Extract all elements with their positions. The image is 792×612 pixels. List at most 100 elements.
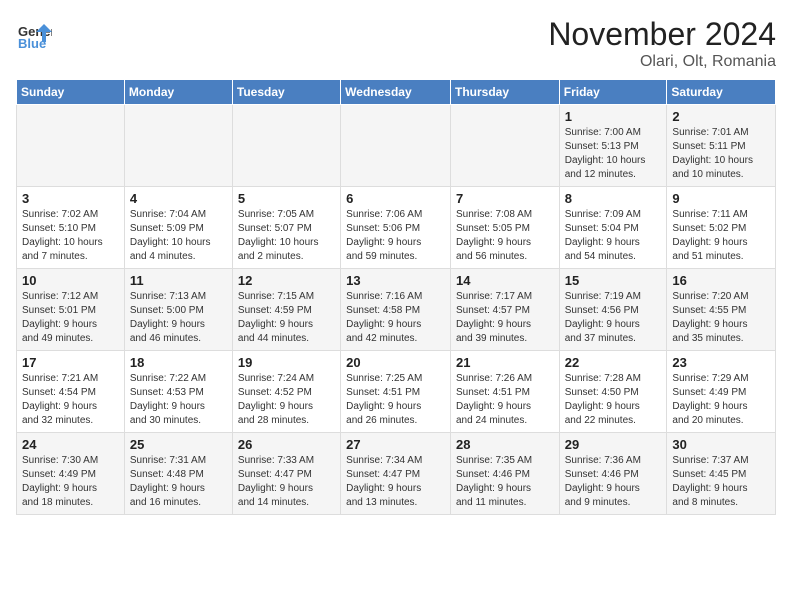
calendar-cell — [124, 105, 232, 187]
day-info: Sunrise: 7:09 AM Sunset: 5:04 PM Dayligh… — [565, 208, 662, 264]
day-number: 23 — [672, 355, 770, 370]
day-number: 4 — [130, 191, 227, 206]
weekday-header-row: SundayMondayTuesdayWednesdayThursdayFrid… — [17, 80, 776, 105]
calendar-cell: 23 Sunrise: 7:29 AM Sunset: 4:49 PM Dayli… — [667, 351, 776, 433]
calendar-cell: 22 Sunrise: 7:28 AM Sunset: 4:50 PM Dayli… — [559, 351, 667, 433]
calendar-cell: 15Sunrise: 7:19 AM Sunset: 4:56 PM Dayli… — [559, 269, 667, 351]
calendar-cell: 28 Sunrise: 7:35 AM Sunset: 4:46 PM Dayli… — [450, 433, 559, 515]
day-number: 21 — [456, 355, 554, 370]
day-number: 18 — [130, 355, 227, 370]
weekday-header: Thursday — [450, 80, 559, 105]
calendar-cell: 14Sunrise: 7:17 AM Sunset: 4:57 PM Dayli… — [450, 269, 559, 351]
calendar-cell: 7 Sunrise: 7:08 AM Sunset: 5:05 PM Daylig… — [450, 187, 559, 269]
day-info: Sunrise: 7:17 AM Sunset: 4:57 PM Dayligh… — [456, 290, 554, 346]
location: Olari, Olt, Romania — [548, 53, 776, 71]
calendar-cell: 12 Sunrise: 7:15 AM Sunset: 4:59 PM Dayli… — [232, 269, 340, 351]
day-number: 27 — [346, 437, 445, 452]
day-number: 19 — [238, 355, 335, 370]
weekday-header: Saturday — [667, 80, 776, 105]
day-info: Sunrise: 7:16 AM Sunset: 4:58 PM Dayligh… — [346, 290, 445, 346]
day-info: Sunrise: 7:06 AM Sunset: 5:06 PM Dayligh… — [346, 208, 445, 264]
day-number: 2 — [672, 109, 770, 124]
calendar-cell — [341, 105, 451, 187]
calendar-week-row: 10 Sunrise: 7:12 AM Sunset: 5:01 PM Dayli… — [17, 269, 776, 351]
day-number: 10 — [22, 273, 119, 288]
day-info: Sunrise: 7:19 AM Sunset: 4:56 PM Dayligh… — [565, 290, 662, 346]
weekday-header: Monday — [124, 80, 232, 105]
day-info: Sunrise: 7:20 AM Sunset: 4:55 PM Dayligh… — [672, 290, 770, 346]
calendar-cell: 30Sunrise: 7:37 AM Sunset: 4:45 PM Dayli… — [667, 433, 776, 515]
day-number: 26 — [238, 437, 335, 452]
svg-text:Blue: Blue — [18, 36, 46, 51]
calendar-cell: 11 Sunrise: 7:13 AM Sunset: 5:00 PM Dayli… — [124, 269, 232, 351]
calendar-cell: 1 Sunrise: 7:00 AM Sunset: 5:13 PM Daylig… — [559, 105, 667, 187]
title-block: November 2024 Olari, Olt, Romania — [548, 16, 776, 71]
day-info: Sunrise: 7:21 AM Sunset: 4:54 PM Dayligh… — [22, 372, 119, 428]
weekday-header: Friday — [559, 80, 667, 105]
calendar-cell — [17, 105, 125, 187]
calendar-cell — [450, 105, 559, 187]
day-info: Sunrise: 7:36 AM Sunset: 4:46 PM Dayligh… — [565, 454, 662, 510]
day-info: Sunrise: 7:12 AM Sunset: 5:01 PM Dayligh… — [22, 290, 119, 346]
day-info: Sunrise: 7:33 AM Sunset: 4:47 PM Dayligh… — [238, 454, 335, 510]
day-info: Sunrise: 7:01 AM Sunset: 5:11 PM Dayligh… — [672, 126, 770, 182]
calendar-week-row: 1 Sunrise: 7:00 AM Sunset: 5:13 PM Daylig… — [17, 105, 776, 187]
day-number: 28 — [456, 437, 554, 452]
calendar-cell: 24 Sunrise: 7:30 AM Sunset: 4:49 PM Dayli… — [17, 433, 125, 515]
day-info: Sunrise: 7:15 AM Sunset: 4:59 PM Dayligh… — [238, 290, 335, 346]
calendar-cell: 10 Sunrise: 7:12 AM Sunset: 5:01 PM Dayli… — [17, 269, 125, 351]
calendar-week-row: 17Sunrise: 7:21 AM Sunset: 4:54 PM Dayli… — [17, 351, 776, 433]
month-title: November 2024 — [548, 16, 776, 53]
page-header: General Blue November 2024 Olari, Olt, R… — [16, 16, 776, 71]
day-info: Sunrise: 7:02 AM Sunset: 5:10 PM Dayligh… — [22, 208, 119, 264]
day-number: 6 — [346, 191, 445, 206]
calendar-cell: 13 Sunrise: 7:16 AM Sunset: 4:58 PM Dayli… — [341, 269, 451, 351]
calendar-cell: 17Sunrise: 7:21 AM Sunset: 4:54 PM Dayli… — [17, 351, 125, 433]
calendar-cell: 25Sunrise: 7:31 AM Sunset: 4:48 PM Dayli… — [124, 433, 232, 515]
calendar-table: SundayMondayTuesdayWednesdayThursdayFrid… — [16, 79, 776, 515]
day-number: 16 — [672, 273, 770, 288]
day-number: 13 — [346, 273, 445, 288]
day-info: Sunrise: 7:08 AM Sunset: 5:05 PM Dayligh… — [456, 208, 554, 264]
day-number: 24 — [22, 437, 119, 452]
day-info: Sunrise: 7:04 AM Sunset: 5:09 PM Dayligh… — [130, 208, 227, 264]
day-number: 12 — [238, 273, 335, 288]
calendar-cell — [232, 105, 340, 187]
day-info: Sunrise: 7:35 AM Sunset: 4:46 PM Dayligh… — [456, 454, 554, 510]
calendar-cell: 2 Sunrise: 7:01 AM Sunset: 5:11 PM Daylig… — [667, 105, 776, 187]
day-info: Sunrise: 7:00 AM Sunset: 5:13 PM Dayligh… — [565, 126, 662, 182]
calendar-cell: 9Sunrise: 7:11 AM Sunset: 5:02 PM Daylig… — [667, 187, 776, 269]
calendar-cell: 8Sunrise: 7:09 AM Sunset: 5:04 PM Daylig… — [559, 187, 667, 269]
calendar-week-row: 24 Sunrise: 7:30 AM Sunset: 4:49 PM Dayli… — [17, 433, 776, 515]
calendar-cell: 16 Sunrise: 7:20 AM Sunset: 4:55 PM Dayli… — [667, 269, 776, 351]
day-number: 25 — [130, 437, 227, 452]
calendar-cell: 18 Sunrise: 7:22 AM Sunset: 4:53 PM Dayli… — [124, 351, 232, 433]
day-info: Sunrise: 7:28 AM Sunset: 4:50 PM Dayligh… — [565, 372, 662, 428]
weekday-header: Tuesday — [232, 80, 340, 105]
calendar-cell: 4 Sunrise: 7:04 AM Sunset: 5:09 PM Daylig… — [124, 187, 232, 269]
day-info: Sunrise: 7:29 AM Sunset: 4:49 PM Dayligh… — [672, 372, 770, 428]
day-number: 3 — [22, 191, 119, 206]
day-info: Sunrise: 7:22 AM Sunset: 4:53 PM Dayligh… — [130, 372, 227, 428]
day-number: 1 — [565, 109, 662, 124]
day-number: 29 — [565, 437, 662, 452]
day-number: 11 — [130, 273, 227, 288]
logo-icon: General Blue — [16, 16, 52, 52]
day-info: Sunrise: 7:25 AM Sunset: 4:51 PM Dayligh… — [346, 372, 445, 428]
weekday-header: Sunday — [17, 80, 125, 105]
calendar-cell: 26 Sunrise: 7:33 AM Sunset: 4:47 PM Dayli… — [232, 433, 340, 515]
day-info: Sunrise: 7:30 AM Sunset: 4:49 PM Dayligh… — [22, 454, 119, 510]
calendar-cell: 20Sunrise: 7:25 AM Sunset: 4:51 PM Dayli… — [341, 351, 451, 433]
calendar-cell: 5Sunrise: 7:05 AM Sunset: 5:07 PM Daylig… — [232, 187, 340, 269]
calendar-cell: 29 Sunrise: 7:36 AM Sunset: 4:46 PM Dayli… — [559, 433, 667, 515]
logo: General Blue — [16, 16, 52, 52]
day-number: 30 — [672, 437, 770, 452]
calendar-cell: 19Sunrise: 7:24 AM Sunset: 4:52 PM Dayli… — [232, 351, 340, 433]
day-info: Sunrise: 7:05 AM Sunset: 5:07 PM Dayligh… — [238, 208, 335, 264]
calendar-cell: 3 Sunrise: 7:02 AM Sunset: 5:10 PM Daylig… — [17, 187, 125, 269]
day-info: Sunrise: 7:13 AM Sunset: 5:00 PM Dayligh… — [130, 290, 227, 346]
calendar-cell: 27 Sunrise: 7:34 AM Sunset: 4:47 PM Dayli… — [341, 433, 451, 515]
day-info: Sunrise: 7:34 AM Sunset: 4:47 PM Dayligh… — [346, 454, 445, 510]
day-number: 22 — [565, 355, 662, 370]
day-number: 7 — [456, 191, 554, 206]
